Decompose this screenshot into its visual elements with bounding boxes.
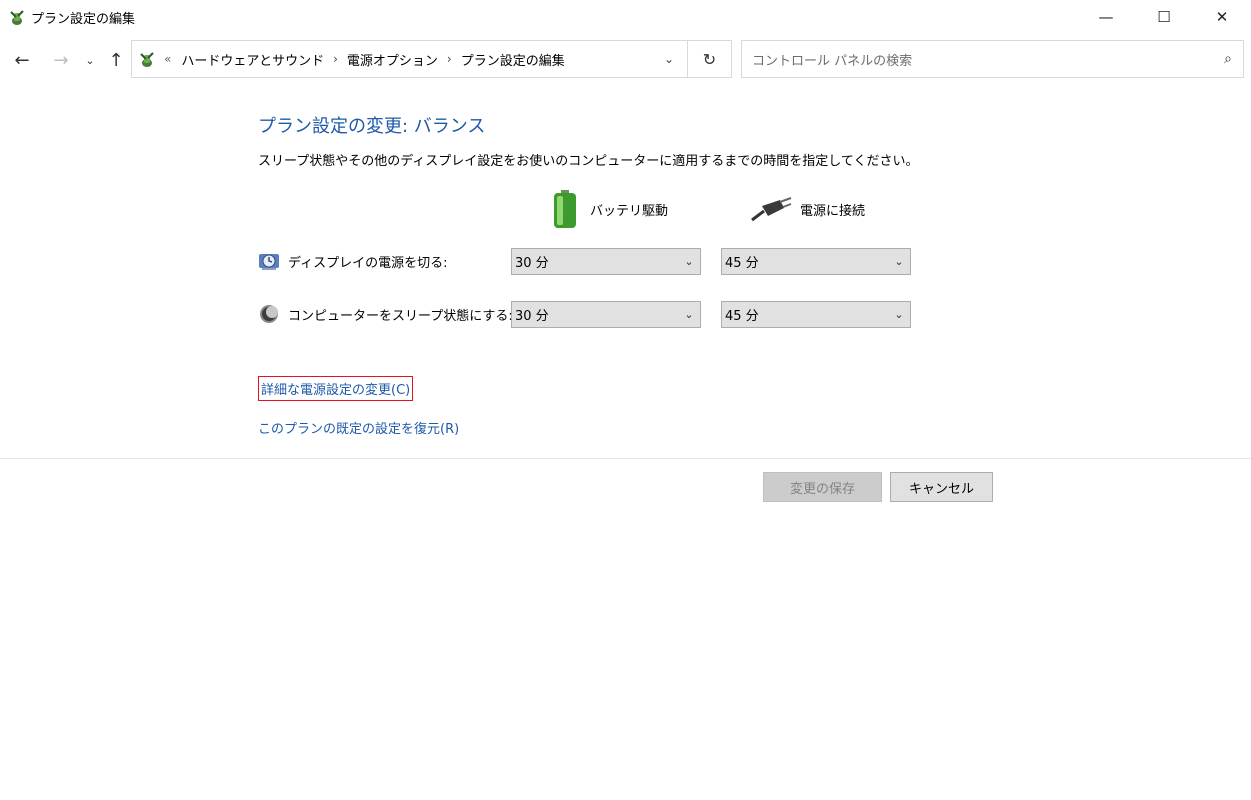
sleep-label: コンピューターをスリープ状態にする: <box>288 308 513 324</box>
battery-column-header: バッテリ駆動 <box>550 189 668 229</box>
breadcrumb-hardware-sound[interactable]: ハードウェアとサウンド <box>181 50 324 69</box>
minimize-button[interactable]: — <box>1077 0 1135 34</box>
up-button[interactable]: ↑ <box>104 48 128 72</box>
control-panel-icon <box>140 52 154 67</box>
title-bar: プラン設定の編集 — ☐ ✕ <box>0 0 1251 34</box>
sleep-plugged-select[interactable]: 45 分 ⌄ <box>721 301 911 328</box>
recent-locations-button[interactable]: ⌄ <box>82 48 98 72</box>
refresh-button[interactable]: ↻ <box>688 40 732 78</box>
display-off-battery-select[interactable]: 30 分 ⌄ <box>511 248 701 275</box>
breadcrumb-separator[interactable]: › <box>447 52 452 66</box>
breadcrumb-edit-plan[interactable]: プラン設定の編集 <box>461 50 565 69</box>
plugged-label: 電源に接続 <box>800 203 866 219</box>
chevron-down-icon: ⌄ <box>894 308 904 321</box>
display-off-label: ディスプレイの電源を切る: <box>288 255 448 271</box>
advanced-power-settings-link[interactable]: 詳細な電源設定の変更(C) <box>258 376 414 401</box>
sleep-plugged-value: 45 分 <box>725 309 759 324</box>
display-off-label-row: ディスプレイの電源を切る: <box>258 248 447 274</box>
display-clock-icon <box>259 254 279 270</box>
plug-icon <box>751 197 792 222</box>
breadcrumb-power-options[interactable]: 電源オプション <box>347 50 438 69</box>
chevron-down-icon: ⌄ <box>684 255 694 268</box>
power-options-icon <box>10 10 24 25</box>
chevron-down-icon: ⌄ <box>684 308 694 321</box>
chevron-down-icon: ⌄ <box>894 255 904 268</box>
divider <box>0 458 1251 459</box>
display-off-battery-value: 30 分 <box>515 256 549 271</box>
restore-defaults-link[interactable]: このプランの既定の設定を復元(R) <box>258 418 459 437</box>
sleep-label-row: コンピューターをスリープ状態にする: <box>258 301 513 327</box>
moon-sleep-icon <box>260 305 278 323</box>
sleep-battery-value: 30 分 <box>515 309 549 324</box>
page-heading: プラン設定の変更: バランス <box>258 116 486 137</box>
breadcrumb-overflow[interactable]: « <box>164 52 171 66</box>
window-title: プラン設定の編集 <box>31 12 136 27</box>
address-bar[interactable]: « ハードウェアとサウンド › 電源オプション › プラン設定の編集 <box>131 40 688 78</box>
page-description: スリープ状態やその他のディスプレイ設定をお使いのコンピューターに適用するまでの時… <box>258 154 919 169</box>
search-input[interactable]: コントロール パネルの検索 <box>752 50 1213 69</box>
address-dropdown-button[interactable]: ⌄ <box>658 40 680 78</box>
cancel-button[interactable]: キャンセル <box>890 472 993 502</box>
back-button[interactable]: ← <box>10 48 34 72</box>
battery-icon <box>554 190 576 228</box>
battery-label: バッテリ駆動 <box>590 203 669 219</box>
breadcrumb-separator[interactable]: › <box>333 52 338 66</box>
close-button[interactable]: ✕ <box>1193 0 1251 34</box>
save-changes-button[interactable]: 変更の保存 <box>763 472 882 502</box>
sleep-battery-select[interactable]: 30 分 ⌄ <box>511 301 701 328</box>
maximize-button[interactable]: ☐ <box>1135 0 1193 34</box>
display-off-plugged-select[interactable]: 45 分 ⌄ <box>721 248 911 275</box>
forward-button[interactable]: → <box>49 48 73 72</box>
search-icon[interactable]: ⌕ <box>1213 51 1243 67</box>
search-box[interactable]: コントロール パネルの検索 ⌕ <box>741 40 1244 78</box>
plugged-column-header: 電源に接続 <box>750 189 865 229</box>
display-off-plugged-value: 45 分 <box>725 256 759 271</box>
